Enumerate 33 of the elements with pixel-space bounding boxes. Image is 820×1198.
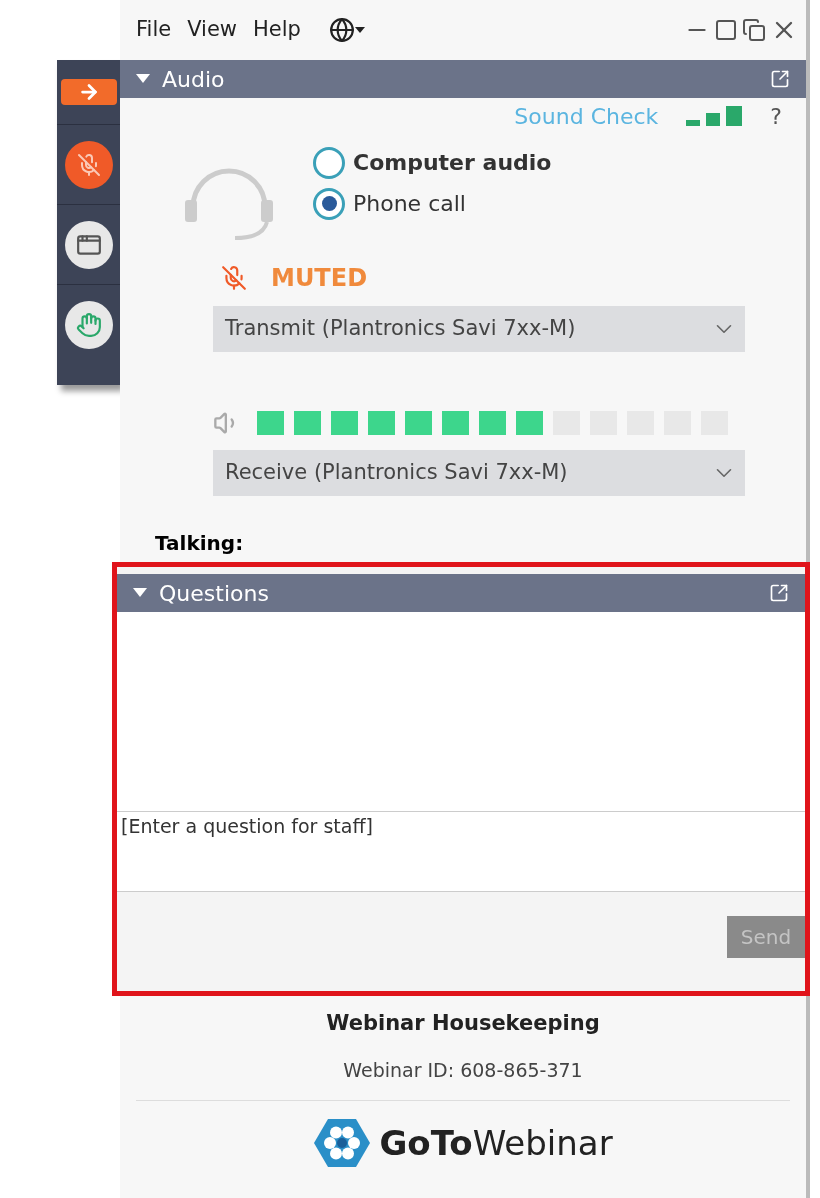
popout-icon[interactable]: [769, 583, 789, 603]
collapse-triangle-icon: [136, 74, 150, 84]
audio-option-radio[interactable]: Computer audio: [313, 146, 552, 179]
collapse-triangle-icon: [133, 588, 147, 598]
maximize-icon[interactable]: [714, 18, 738, 42]
microphone-off-icon: [76, 152, 101, 177]
menu-item[interactable]: Help: [253, 14, 301, 46]
panel-header[interactable]: Questions: [117, 574, 805, 612]
audio-option-radio[interactable]: Phone call: [313, 187, 552, 220]
arrow-button[interactable]: [60, 79, 117, 105]
restore-icon[interactable]: [742, 18, 766, 42]
logo-icon: [313, 1117, 372, 1169]
signal-bars-icon: [686, 106, 743, 126]
language-menu[interactable]: [328, 17, 365, 43]
logo-text: GoToWebinar: [379, 1121, 613, 1165]
question-input[interactable]: [Enter a question for staff]: [117, 812, 805, 892]
menu-item[interactable]: View: [187, 14, 237, 46]
help-icon[interactable]: ?: [770, 99, 782, 133]
globe-icon: [328, 17, 355, 43]
mic-status: MUTED: [271, 263, 368, 294]
audio-title: Audio: [162, 65, 225, 94]
panel-header[interactable]: Audio: [120, 60, 806, 98]
receive-dropdown[interactable]: Receive (Plantronics Savi 7xx-M): [213, 450, 745, 496]
menu-item[interactable]: File: [136, 14, 172, 46]
talking-label: Talking:: [155, 530, 244, 557]
microphone-off-icon: [221, 265, 247, 291]
popout-icon[interactable]: [770, 69, 790, 89]
hand-icon: [75, 311, 102, 338]
webinar-title: Webinar Housekeeping: [326, 1010, 600, 1037]
caret-icon: [354, 27, 365, 33]
questions-title: Questions: [159, 579, 269, 608]
transmit-dropdown[interactable]: Transmit (Plantronics Savi 7xx-M): [213, 306, 745, 352]
webinar-id: Webinar ID: 608-865-371: [343, 1057, 583, 1083]
